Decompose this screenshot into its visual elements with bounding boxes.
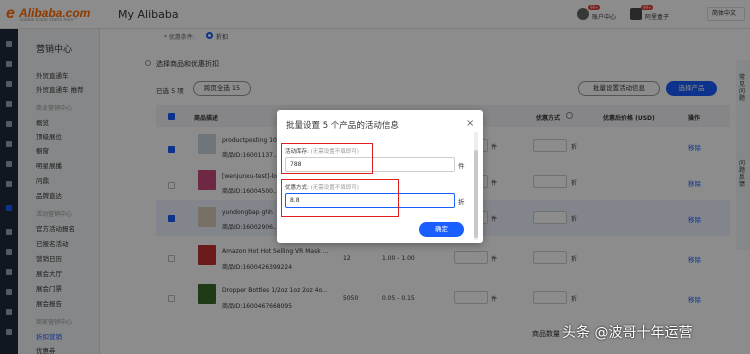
stock-highlight-box xyxy=(281,143,373,174)
watermark: 头条 @波哥十年运营 xyxy=(562,325,693,341)
discount-highlight-box xyxy=(281,179,399,217)
discount-unit: 折 xyxy=(458,198,465,206)
modal-scrollbar[interactable] xyxy=(474,132,478,240)
scrollbar-thumb[interactable] xyxy=(474,150,478,238)
batch-settings-modal: 批量设置 5 个产品的活动信息 × 活动库存: (无需设置不填即可) 788 件… xyxy=(277,110,483,243)
close-icon[interactable]: × xyxy=(466,118,474,129)
modal-title: 批量设置 5 个产品的活动信息 xyxy=(286,121,399,131)
confirm-button[interactable]: 确定 xyxy=(419,222,464,237)
stock-unit: 件 xyxy=(458,162,465,170)
